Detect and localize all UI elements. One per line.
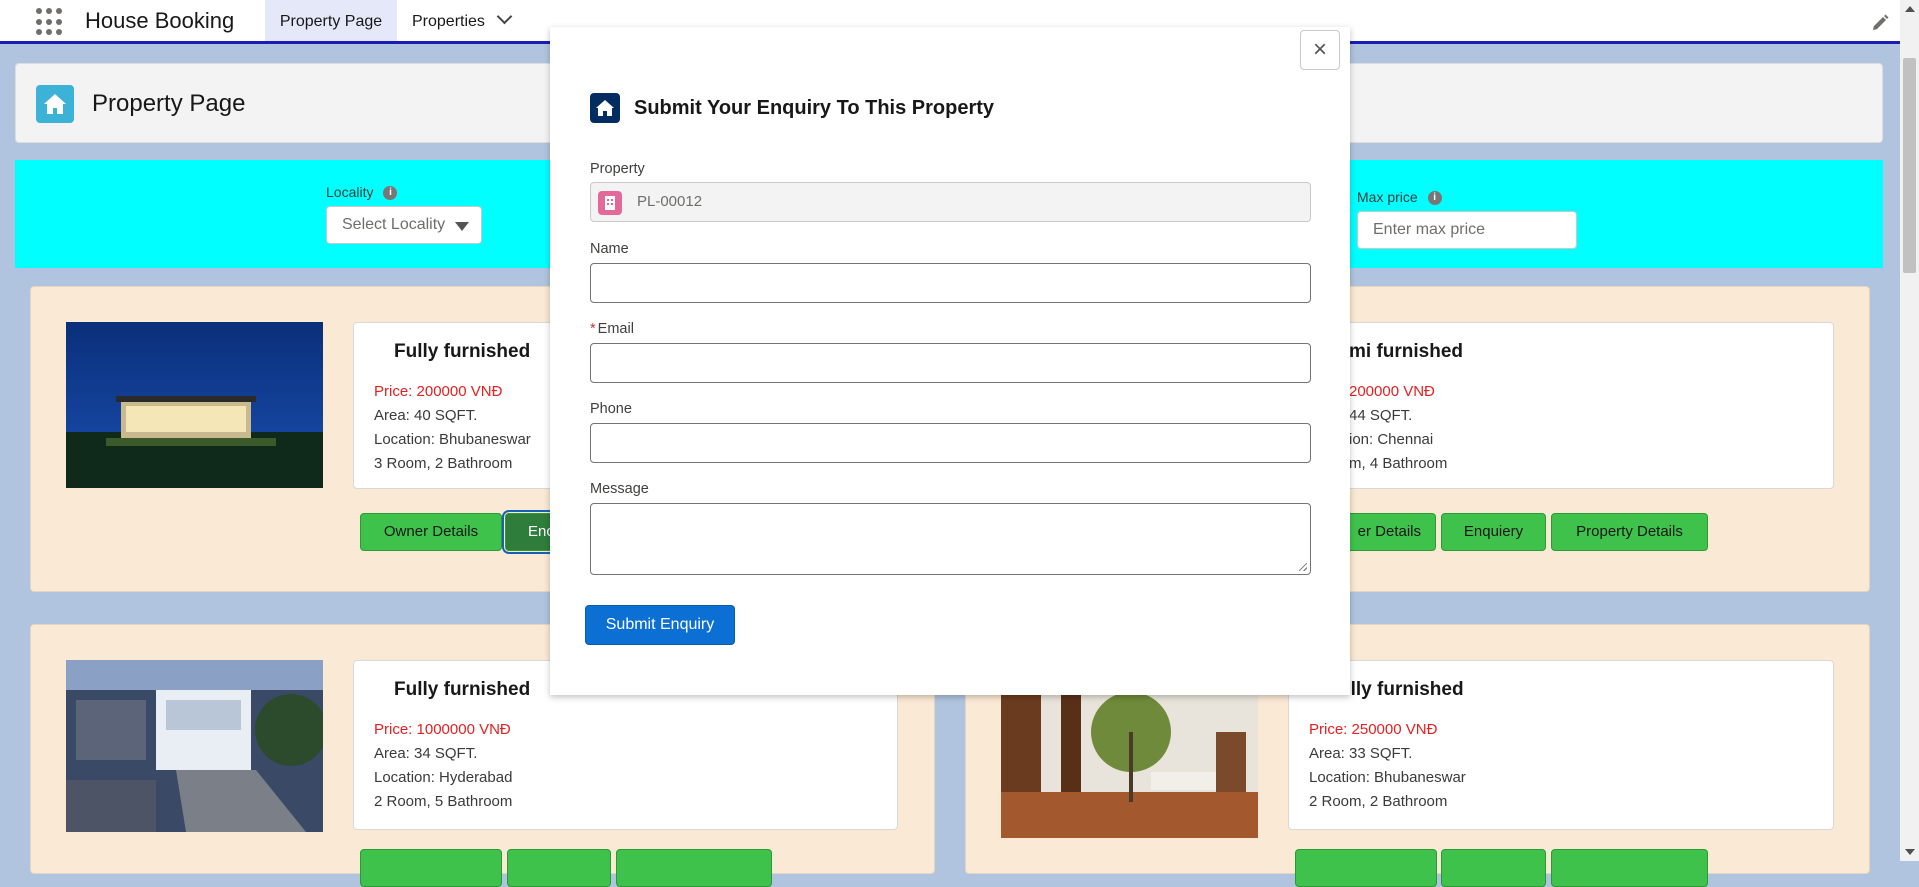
property-photo bbox=[1001, 692, 1258, 838]
app-launcher-icon[interactable] bbox=[36, 8, 64, 36]
property-lookup-field: PL-00012 bbox=[590, 182, 1311, 222]
info-icon[interactable]: i bbox=[1427, 191, 1442, 206]
locality-select[interactable]: Select Locality bbox=[326, 206, 482, 244]
email-label: * Email bbox=[590, 321, 634, 337]
property-label: Property bbox=[590, 161, 645, 177]
owner-details-button[interactable] bbox=[360, 849, 502, 887]
property-area: Area: 40 SQFT. bbox=[374, 407, 478, 424]
property-details-button[interactable]: Property Details bbox=[1551, 513, 1708, 551]
enquiry-button[interactable] bbox=[507, 849, 611, 887]
scroll-thumb[interactable] bbox=[1903, 58, 1916, 273]
building-icon bbox=[598, 191, 622, 215]
email-input[interactable] bbox=[590, 343, 1311, 383]
property-price: Price: 1000000 VNĐ bbox=[374, 721, 511, 738]
page-title: Property Page bbox=[92, 90, 246, 117]
tab-properties[interactable]: Properties bbox=[412, 0, 513, 41]
name-label: Name bbox=[590, 241, 629, 257]
property-rooms: 2 Room, 5 Bathroom bbox=[374, 793, 513, 810]
submit-enquiry-button[interactable]: Submit Enquiry bbox=[585, 605, 735, 645]
property-price: 200000 VNĐ bbox=[1349, 383, 1435, 400]
close-icon: × bbox=[1312, 36, 1327, 63]
close-button[interactable]: × bbox=[1300, 30, 1340, 70]
edit-pencil-icon[interactable] bbox=[1871, 14, 1889, 32]
property-photo bbox=[66, 660, 323, 832]
property-rooms: 3 Room, 2 Bathroom bbox=[374, 455, 513, 472]
max-price-input[interactable]: Enter max price bbox=[1357, 211, 1577, 249]
modal-title: Submit Your Enquiry To This Property bbox=[634, 97, 995, 119]
property-location: Location: Bhubaneswar bbox=[1309, 769, 1466, 786]
tab-property-page[interactable]: Property Page bbox=[265, 0, 397, 44]
property-location: ion: Chennai bbox=[1349, 431, 1434, 448]
max-price-label-text: Max price bbox=[1357, 189, 1418, 205]
property-location: Location: Bhubaneswar bbox=[374, 431, 531, 448]
enquiry-modal: × Submit Your Enquiry To This Property P… bbox=[550, 27, 1350, 695]
home-icon bbox=[590, 93, 620, 123]
locality-label-text: Locality bbox=[326, 184, 374, 200]
property-card: ully furnished Price: 250000 VNĐ Area: 3… bbox=[1288, 660, 1834, 830]
property-price: Price: 250000 VNĐ bbox=[1309, 721, 1438, 738]
scroll-down-icon[interactable] bbox=[1905, 849, 1915, 855]
property-rooms: 2 Room, 2 Bathroom bbox=[1309, 793, 1448, 810]
property-area: 44 SQFT. bbox=[1349, 407, 1413, 424]
owner-details-button[interactable] bbox=[1295, 849, 1437, 887]
page-scrollbar[interactable] bbox=[1900, 0, 1919, 861]
property-area: Area: 34 SQFT. bbox=[374, 745, 478, 762]
owner-details-button[interactable]: Owner Details bbox=[360, 513, 502, 551]
property-title: ully furnished bbox=[1339, 679, 1464, 700]
property-details-button[interactable] bbox=[1551, 849, 1708, 887]
chevron-down-icon[interactable] bbox=[496, 8, 513, 25]
property-value: PL-00012 bbox=[637, 193, 703, 210]
locality-value: Select Locality bbox=[342, 216, 446, 233]
property-rooms: m, 4 Bathroom bbox=[1349, 455, 1448, 472]
max-price-placeholder: Enter max price bbox=[1373, 221, 1486, 238]
phone-input[interactable] bbox=[590, 423, 1311, 463]
property-title: mi furnished bbox=[1349, 341, 1464, 362]
property-details-button[interactable] bbox=[616, 849, 772, 887]
tab-label: Properties bbox=[412, 13, 485, 30]
property-title: Fully furnished bbox=[394, 341, 531, 362]
home-icon bbox=[36, 85, 74, 123]
property-photo bbox=[66, 322, 323, 488]
max-price-label: Max price i bbox=[1357, 189, 1442, 206]
info-icon[interactable]: i bbox=[383, 186, 398, 201]
required-marker: * bbox=[590, 321, 596, 337]
scroll-up-icon[interactable] bbox=[1905, 6, 1915, 12]
property-card: mi furnished 200000 VNĐ 44 SQFT. ion: Ch… bbox=[1288, 322, 1834, 489]
tab-label: Property Page bbox=[279, 13, 383, 30]
resize-handle[interactable] bbox=[1299, 563, 1307, 571]
property-area: Area: 33 SQFT. bbox=[1309, 745, 1413, 762]
message-label: Message bbox=[590, 481, 649, 497]
enquiry-button[interactable] bbox=[1441, 849, 1546, 887]
property-location: Location: Hyderabad bbox=[374, 769, 513, 786]
phone-label: Phone bbox=[590, 401, 632, 417]
property-title: Fully furnished bbox=[394, 679, 531, 700]
locality-label: Locality i bbox=[326, 184, 398, 201]
name-input[interactable] bbox=[590, 263, 1311, 303]
enquiry-button[interactable]: Enquiery bbox=[1441, 513, 1546, 551]
email-label-text: Email bbox=[597, 321, 634, 337]
caret-down-icon bbox=[455, 222, 469, 231]
app-name: House Booking bbox=[85, 8, 235, 33]
property-price: Price: 200000 VNĐ bbox=[374, 383, 503, 400]
message-textarea[interactable] bbox=[590, 503, 1311, 575]
